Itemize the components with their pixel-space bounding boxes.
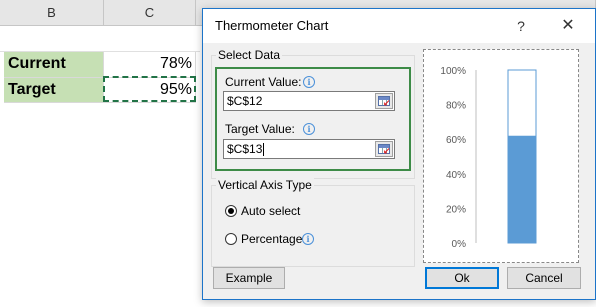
copy-marquee (103, 76, 196, 102)
current-value-label: Current Value: (225, 75, 302, 89)
auto-select-radio[interactable] (225, 205, 237, 217)
dialog-title: Thermometer Chart (215, 18, 329, 33)
thermometer-chart-dialog: Thermometer Chart ? ✕ Select Data Curren… (202, 8, 596, 300)
target-value-label: Target Value: (225, 122, 295, 136)
target-value-input[interactable]: $C$13 ↙ (223, 139, 395, 159)
cell-current-label[interactable]: Current (4, 52, 104, 78)
axis-type-legend: Vertical Axis Type (216, 178, 314, 192)
range-arrow-icon: ↙ (383, 146, 391, 156)
cell-target-label[interactable]: Target (4, 78, 104, 103)
column-header-c[interactable]: C (104, 0, 196, 26)
example-button[interactable]: Example (213, 267, 285, 289)
y-tick-label: 0% (452, 239, 467, 250)
target-value-range-picker-icon[interactable]: ↙ (375, 141, 393, 157)
current-value-text: $C$12 (227, 94, 263, 108)
percentage-label[interactable]: Percentage (241, 232, 302, 246)
cell-current-value[interactable]: 78% (104, 52, 196, 78)
y-tick-label: 40% (446, 170, 466, 181)
close-icon[interactable]: ✕ (555, 15, 581, 37)
target-value-info-icon[interactable]: i (303, 123, 315, 135)
y-tick-label: 20% (446, 204, 466, 215)
percentage-info-icon[interactable]: i (302, 233, 314, 245)
auto-select-label[interactable]: Auto select (241, 204, 300, 218)
target-value-text: $C$13 (227, 142, 263, 156)
y-tick-label: 60% (446, 135, 466, 146)
range-arrow-icon: ↙ (383, 98, 391, 108)
text-caret (263, 143, 265, 157)
thermometer-fill-bar (508, 135, 536, 243)
cancel-button[interactable]: Cancel (507, 267, 581, 289)
chart-preview: 100% 80% 60% 40% 20% 0% (423, 49, 579, 263)
percentage-radio[interactable] (225, 233, 237, 245)
ok-button[interactable]: Ok (425, 267, 499, 289)
column-header-b[interactable]: B (0, 0, 104, 26)
y-tick-label: 80% (446, 101, 466, 112)
current-value-input[interactable]: $C$12 ↙ (223, 91, 395, 111)
help-icon[interactable]: ? (509, 15, 533, 37)
thermometer-chart-svg: 100% 80% 60% 40% 20% 0% (440, 66, 537, 250)
current-value-info-icon[interactable]: i (303, 76, 315, 88)
axis-type-group: Vertical Axis Type (211, 178, 415, 267)
y-tick-label: 100% (440, 66, 466, 77)
current-value-range-picker-icon[interactable]: ↙ (375, 93, 393, 109)
select-data-legend: Select Data (216, 48, 283, 62)
dialog-titlebar[interactable]: Thermometer Chart ? ✕ (203, 9, 595, 43)
